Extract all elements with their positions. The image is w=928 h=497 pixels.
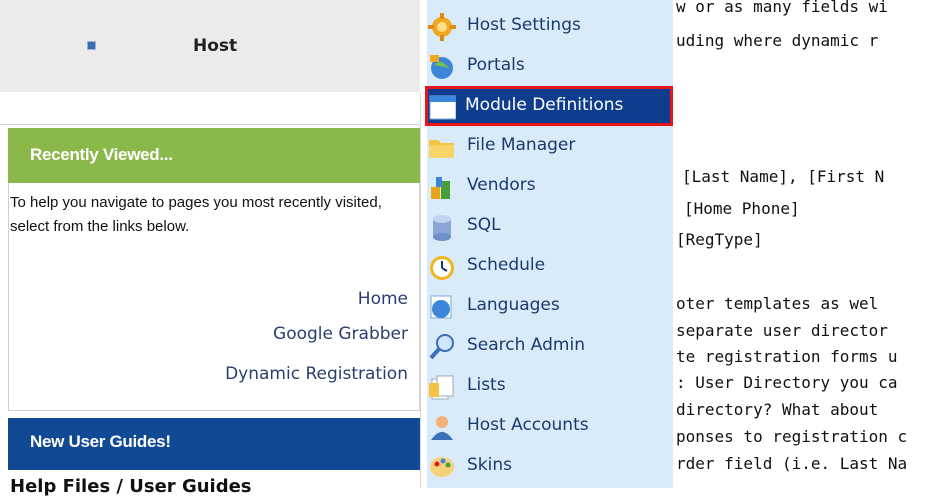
recent-link-home[interactable]: Home bbox=[358, 289, 408, 309]
recent-link-google-grabber[interactable]: Google Grabber bbox=[273, 324, 408, 344]
menu-item-label: Host Accounts bbox=[467, 415, 589, 435]
vendors-icon bbox=[431, 177, 450, 199]
content-line: [Last Name], [First N bbox=[682, 167, 885, 186]
content-line: : User Directory you ca bbox=[676, 373, 898, 392]
window-icon bbox=[429, 95, 456, 120]
horizontal-rule bbox=[0, 124, 420, 125]
menu-item-label: SQL bbox=[467, 215, 501, 235]
recently-viewed-title: Recently Viewed... bbox=[30, 145, 173, 164]
menu-item-host-settings[interactable]: Host Settings bbox=[427, 7, 673, 47]
palette-icon bbox=[430, 457, 454, 477]
menu-item-module-definitions[interactable]: Module Definitions bbox=[425, 86, 673, 126]
menu-item-vendors[interactable]: Vendors bbox=[427, 167, 673, 207]
content-line: te registration forms u bbox=[676, 347, 898, 366]
lists-icon bbox=[429, 375, 454, 400]
menu-item-label: File Manager bbox=[467, 135, 576, 155]
menu-item-schedule[interactable]: Schedule bbox=[427, 247, 673, 287]
menu-item-host-accounts[interactable]: Host Accounts bbox=[427, 407, 673, 447]
database-icon bbox=[433, 215, 451, 241]
menu-item-label: Lists bbox=[467, 375, 506, 395]
menu-item-languages[interactable]: Languages bbox=[427, 287, 673, 327]
menu-item-label: Skins bbox=[467, 455, 512, 475]
content-line: [Home Phone] bbox=[684, 199, 800, 218]
magnifier-icon bbox=[429, 334, 454, 360]
folder-icon bbox=[429, 140, 454, 158]
help-files-title: Help Files / User Guides bbox=[10, 476, 252, 497]
content-line: separate user director bbox=[676, 321, 888, 340]
menu-item-lists[interactable]: Lists bbox=[427, 367, 673, 407]
column-divider bbox=[420, 92, 421, 488]
menu-item-label: Module Definitions bbox=[465, 95, 624, 115]
menu-item-label: Host Settings bbox=[467, 15, 581, 35]
menu-item-file-manager[interactable]: File Manager bbox=[427, 127, 673, 167]
menu-item-label: Schedule bbox=[467, 255, 546, 275]
content-line: rder field (i.e. Last Na bbox=[676, 454, 908, 473]
user-guides-title: New User Guides! bbox=[30, 432, 171, 451]
recently-viewed-description: To help you navigate to pages you most r… bbox=[10, 194, 382, 235]
content-line: [RegType] bbox=[676, 230, 763, 249]
clock-icon bbox=[430, 256, 454, 280]
host-menu-label[interactable]: Host bbox=[193, 36, 237, 56]
menu-item-skins[interactable]: Skins bbox=[427, 447, 673, 487]
content-line: oter templates as wel bbox=[676, 294, 879, 313]
content-line: uding where dynamic r bbox=[676, 31, 879, 50]
menu-item-label: Portals bbox=[467, 55, 525, 75]
host-bullet-icon bbox=[87, 41, 96, 50]
languages-icon bbox=[430, 295, 452, 319]
menu-item-label: Search Admin bbox=[467, 335, 585, 355]
menu-item-portals[interactable]: Portals bbox=[427, 47, 673, 87]
content-line: directory? What about bbox=[676, 400, 879, 419]
globe-icon bbox=[430, 55, 454, 79]
gear-icon bbox=[428, 13, 456, 41]
content-line: ponses to registration c bbox=[676, 427, 908, 446]
menu-item-search-admin[interactable]: Search Admin bbox=[427, 327, 673, 367]
recent-link-dynamic-registration[interactable]: Dynamic Registration bbox=[225, 364, 408, 384]
menu-item-sql[interactable]: SQL bbox=[427, 207, 673, 247]
content-line: w or as many fields wi bbox=[676, 0, 888, 16]
user-icon bbox=[431, 416, 453, 440]
menu-item-label: Languages bbox=[467, 295, 560, 315]
menu-item-label: Vendors bbox=[467, 175, 536, 195]
